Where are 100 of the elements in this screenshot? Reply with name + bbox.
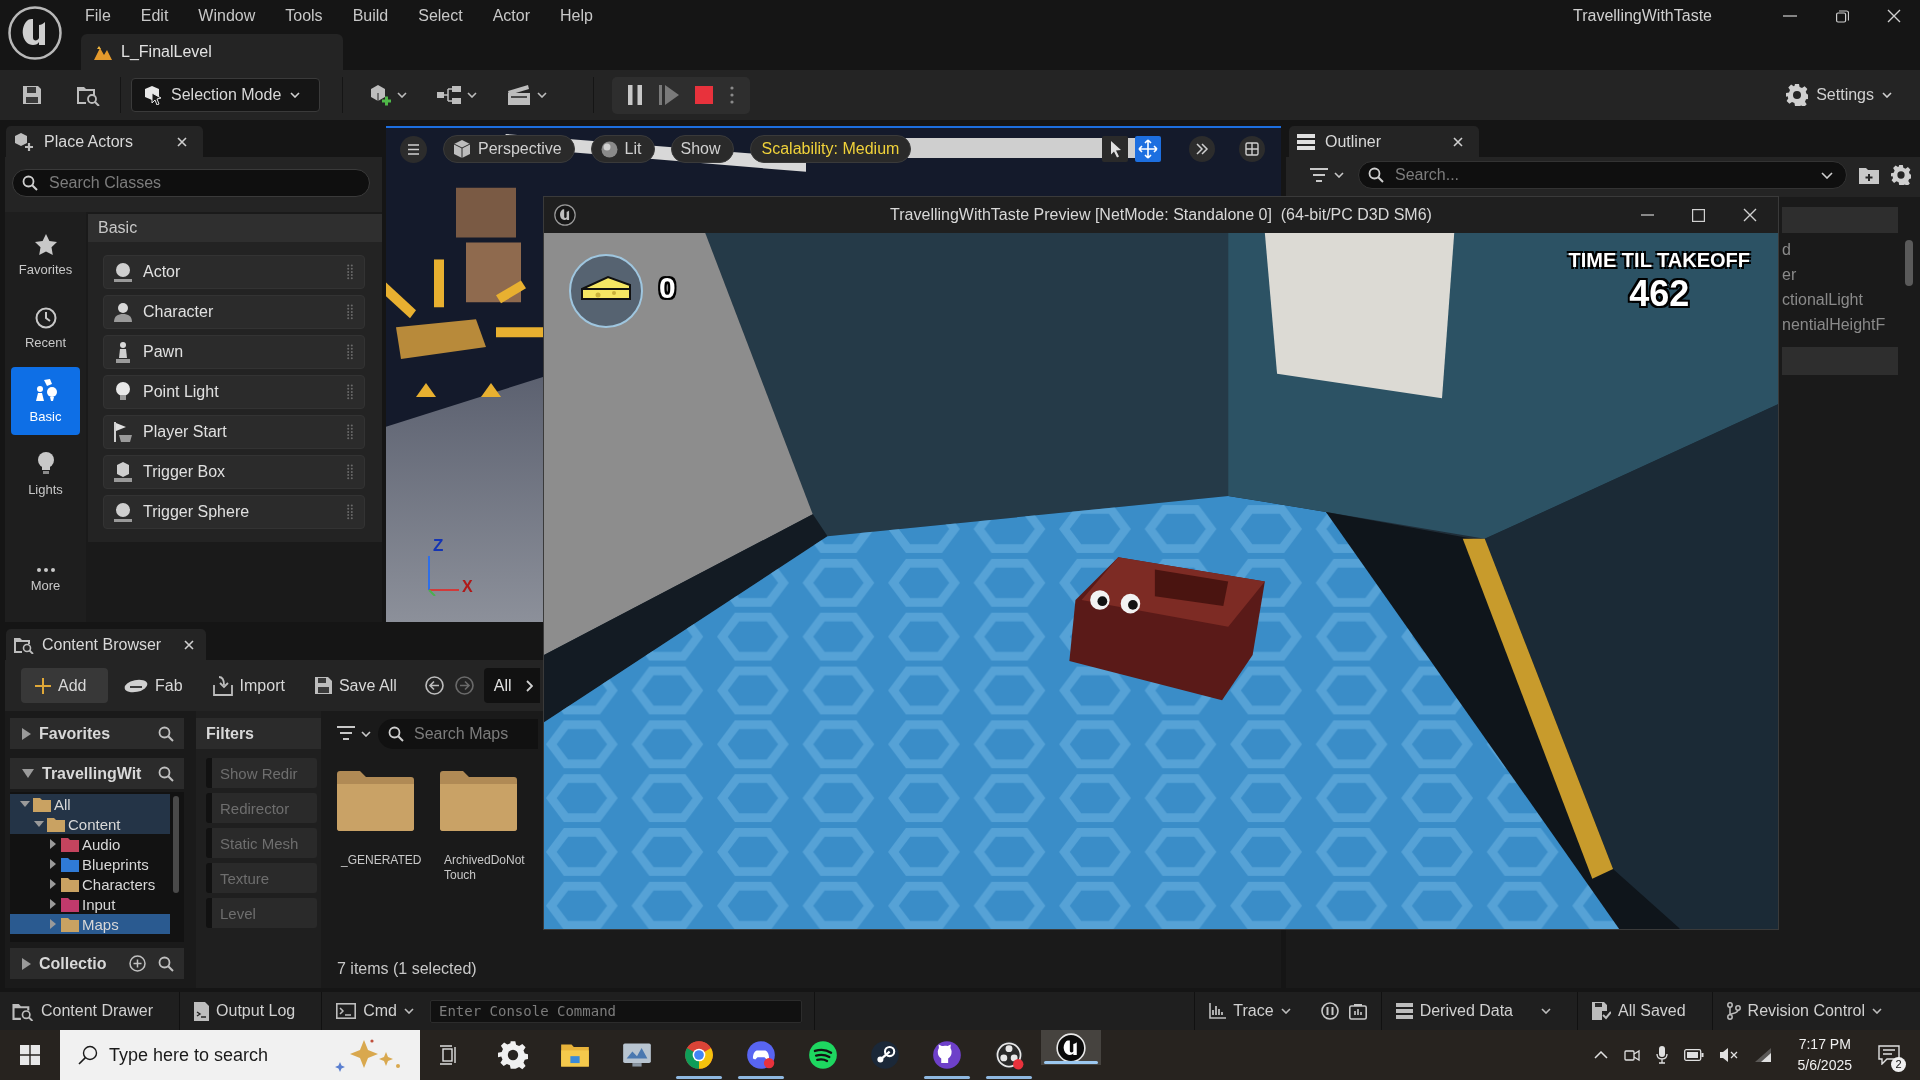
outliner-row[interactable]: d (1782, 237, 1898, 262)
chart-box-icon[interactable] (1348, 1002, 1367, 1020)
panel-tab[interactable]: Content Browser (6, 629, 206, 660)
close-icon[interactable] (1453, 136, 1463, 147)
settings-dropdown[interactable]: Settings (1786, 84, 1892, 106)
actor-class-item[interactable]: Trigger Sphere (103, 495, 365, 529)
close-icon[interactable] (1887, 9, 1901, 23)
section-header[interactable]: Favorites (10, 718, 184, 749)
double-chevron-icon[interactable] (1189, 136, 1215, 162)
task-view-icon[interactable] (440, 1045, 458, 1065)
category-tab[interactable]: Lights (11, 440, 80, 508)
chevron-up-icon[interactable] (1593, 1051, 1608, 1059)
drag-handle-icon[interactable] (347, 384, 353, 400)
actor-class-item[interactable]: Trigger Box (103, 455, 365, 489)
scrollbar-thumb[interactable] (1905, 240, 1913, 286)
step-forward-icon[interactable] (658, 85, 679, 105)
view-mode-button[interactable]: Perspective (443, 135, 575, 163)
actor-class-item[interactable]: Player Start (103, 415, 365, 449)
panel-tab[interactable]: Outliner (1289, 126, 1479, 157)
scrollbar-thumb[interactable] (173, 796, 179, 893)
outliner-row[interactable]: er (1782, 262, 1898, 287)
notifications-button[interactable]: 2 (1872, 1038, 1906, 1072)
drag-handle-icon[interactable] (347, 424, 353, 440)
outliner-row[interactable]: ctionalLight (1782, 287, 1898, 312)
import-button[interactable]: Import (200, 668, 297, 703)
stop-icon[interactable] (695, 86, 714, 104)
drag-handle-icon[interactable] (347, 344, 353, 360)
triangle-icon[interactable] (48, 879, 58, 889)
menu-item[interactable]: Window (183, 1, 271, 31)
taskbar-search-field[interactable]: Type here to search (60, 1030, 420, 1080)
show-button[interactable]: Show (670, 135, 734, 163)
drag-handle-icon[interactable] (347, 264, 353, 280)
search-field[interactable]: Search... (1358, 161, 1847, 189)
grid-icon[interactable] (1239, 136, 1265, 162)
fab-button[interactable]: Fab (112, 668, 195, 703)
cmd-dropdown[interactable]: Cmd (336, 994, 426, 1028)
search-field[interactable]: Search Classes (12, 169, 370, 197)
actor-class-item[interactable]: Point Light (103, 375, 365, 409)
battery-icon[interactable] (1683, 1049, 1704, 1061)
triangle-icon[interactable] (48, 839, 58, 849)
category-tab[interactable]: Basic (11, 367, 80, 435)
camera-icon[interactable] (1623, 1047, 1640, 1063)
caret-icon[interactable] (1821, 171, 1833, 179)
actor-class-item[interactable]: Actor (103, 255, 365, 289)
derived-data-dropdown[interactable]: Derived Data (1395, 994, 1563, 1028)
panel-tab[interactable]: Place Actors (6, 126, 203, 157)
clock-button[interactable]: 7:17 PM 5/6/2025 (1797, 1034, 1852, 1076)
gear-icon[interactable] (1891, 165, 1911, 185)
menu-icon[interactable] (400, 135, 427, 163)
save-all-button[interactable]: Save All (302, 668, 409, 703)
triangle-icon[interactable] (20, 799, 30, 809)
move-arrows-icon[interactable] (1135, 136, 1161, 162)
wifi-icon[interactable] (1753, 1047, 1772, 1063)
folder-tree-item[interactable]: Input (10, 894, 170, 914)
trace-dropdown[interactable]: Trace (1209, 994, 1303, 1028)
menu-item[interactable]: File (70, 1, 126, 31)
add-button[interactable]: Add (21, 668, 108, 703)
triangle-icon[interactable] (48, 899, 58, 909)
category-tab[interactable]: More (11, 546, 80, 614)
folder-tile[interactable]: _GENERATED (337, 770, 427, 883)
folder-tree-item[interactable]: Blueprints (10, 854, 170, 874)
path-breadcrumb[interactable]: All (483, 668, 540, 703)
folder-tree-item[interactable]: Maps (10, 914, 170, 934)
menu-item[interactable]: Actor (477, 1, 545, 31)
level-tab[interactable]: L_FinalLevel (81, 34, 343, 70)
pause-icon[interactable] (628, 85, 643, 105)
close-icon[interactable] (184, 639, 194, 650)
plus-circle-icon[interactable] (129, 955, 146, 972)
triangle-icon[interactable] (34, 819, 44, 829)
category-tab[interactable]: Favorites (11, 221, 80, 289)
output-log-button[interactable]: Output Log (194, 994, 308, 1028)
actor-class-item[interactable]: Pawn (103, 335, 365, 369)
search-field[interactable]: Search Maps (378, 718, 538, 749)
drag-handle-icon[interactable] (347, 304, 353, 320)
restore-icon[interactable] (1835, 9, 1849, 23)
menu-item[interactable]: Select (403, 1, 478, 31)
selection-mode-dropdown[interactable]: Selection Mode (131, 78, 320, 112)
content-drawer-button[interactable]: Content Drawer (12, 994, 166, 1028)
folder-tree-item[interactable]: Content (10, 814, 170, 834)
drag-handle-icon[interactable] (347, 504, 353, 520)
taskbar-app-button[interactable] (1041, 1030, 1101, 1065)
console-input-field[interactable]: Enter Console Command (430, 999, 802, 1023)
unreal-logo-icon[interactable] (8, 6, 62, 60)
menu-item[interactable]: Build (337, 1, 404, 31)
pause-circle-icon[interactable] (1320, 1002, 1339, 1020)
save-status-button[interactable]: All Saved (1592, 994, 1698, 1028)
actor-class-item[interactable]: Character (103, 295, 365, 329)
lighting-button[interactable]: Lit (590, 135, 655, 163)
triangle-icon[interactable] (48, 859, 58, 869)
scalability-button[interactable]: Scalability: Medium (749, 135, 912, 163)
drag-handle-icon[interactable] (347, 464, 353, 480)
speaker-muted-icon[interactable] (1719, 1048, 1738, 1062)
maximize-icon[interactable] (1692, 208, 1705, 222)
section-header[interactable]: TravellingWit (10, 758, 184, 789)
section-header[interactable]: Collectio (10, 948, 184, 979)
windows-logo-icon[interactable] (20, 1045, 40, 1065)
cursor-icon[interactable] (1102, 136, 1128, 162)
folder-tree-item[interactable]: Audio (10, 834, 170, 854)
folder-tile[interactable]: ArchivedDoNotTouch (440, 770, 530, 883)
microphone-icon[interactable] (1655, 1046, 1668, 1064)
